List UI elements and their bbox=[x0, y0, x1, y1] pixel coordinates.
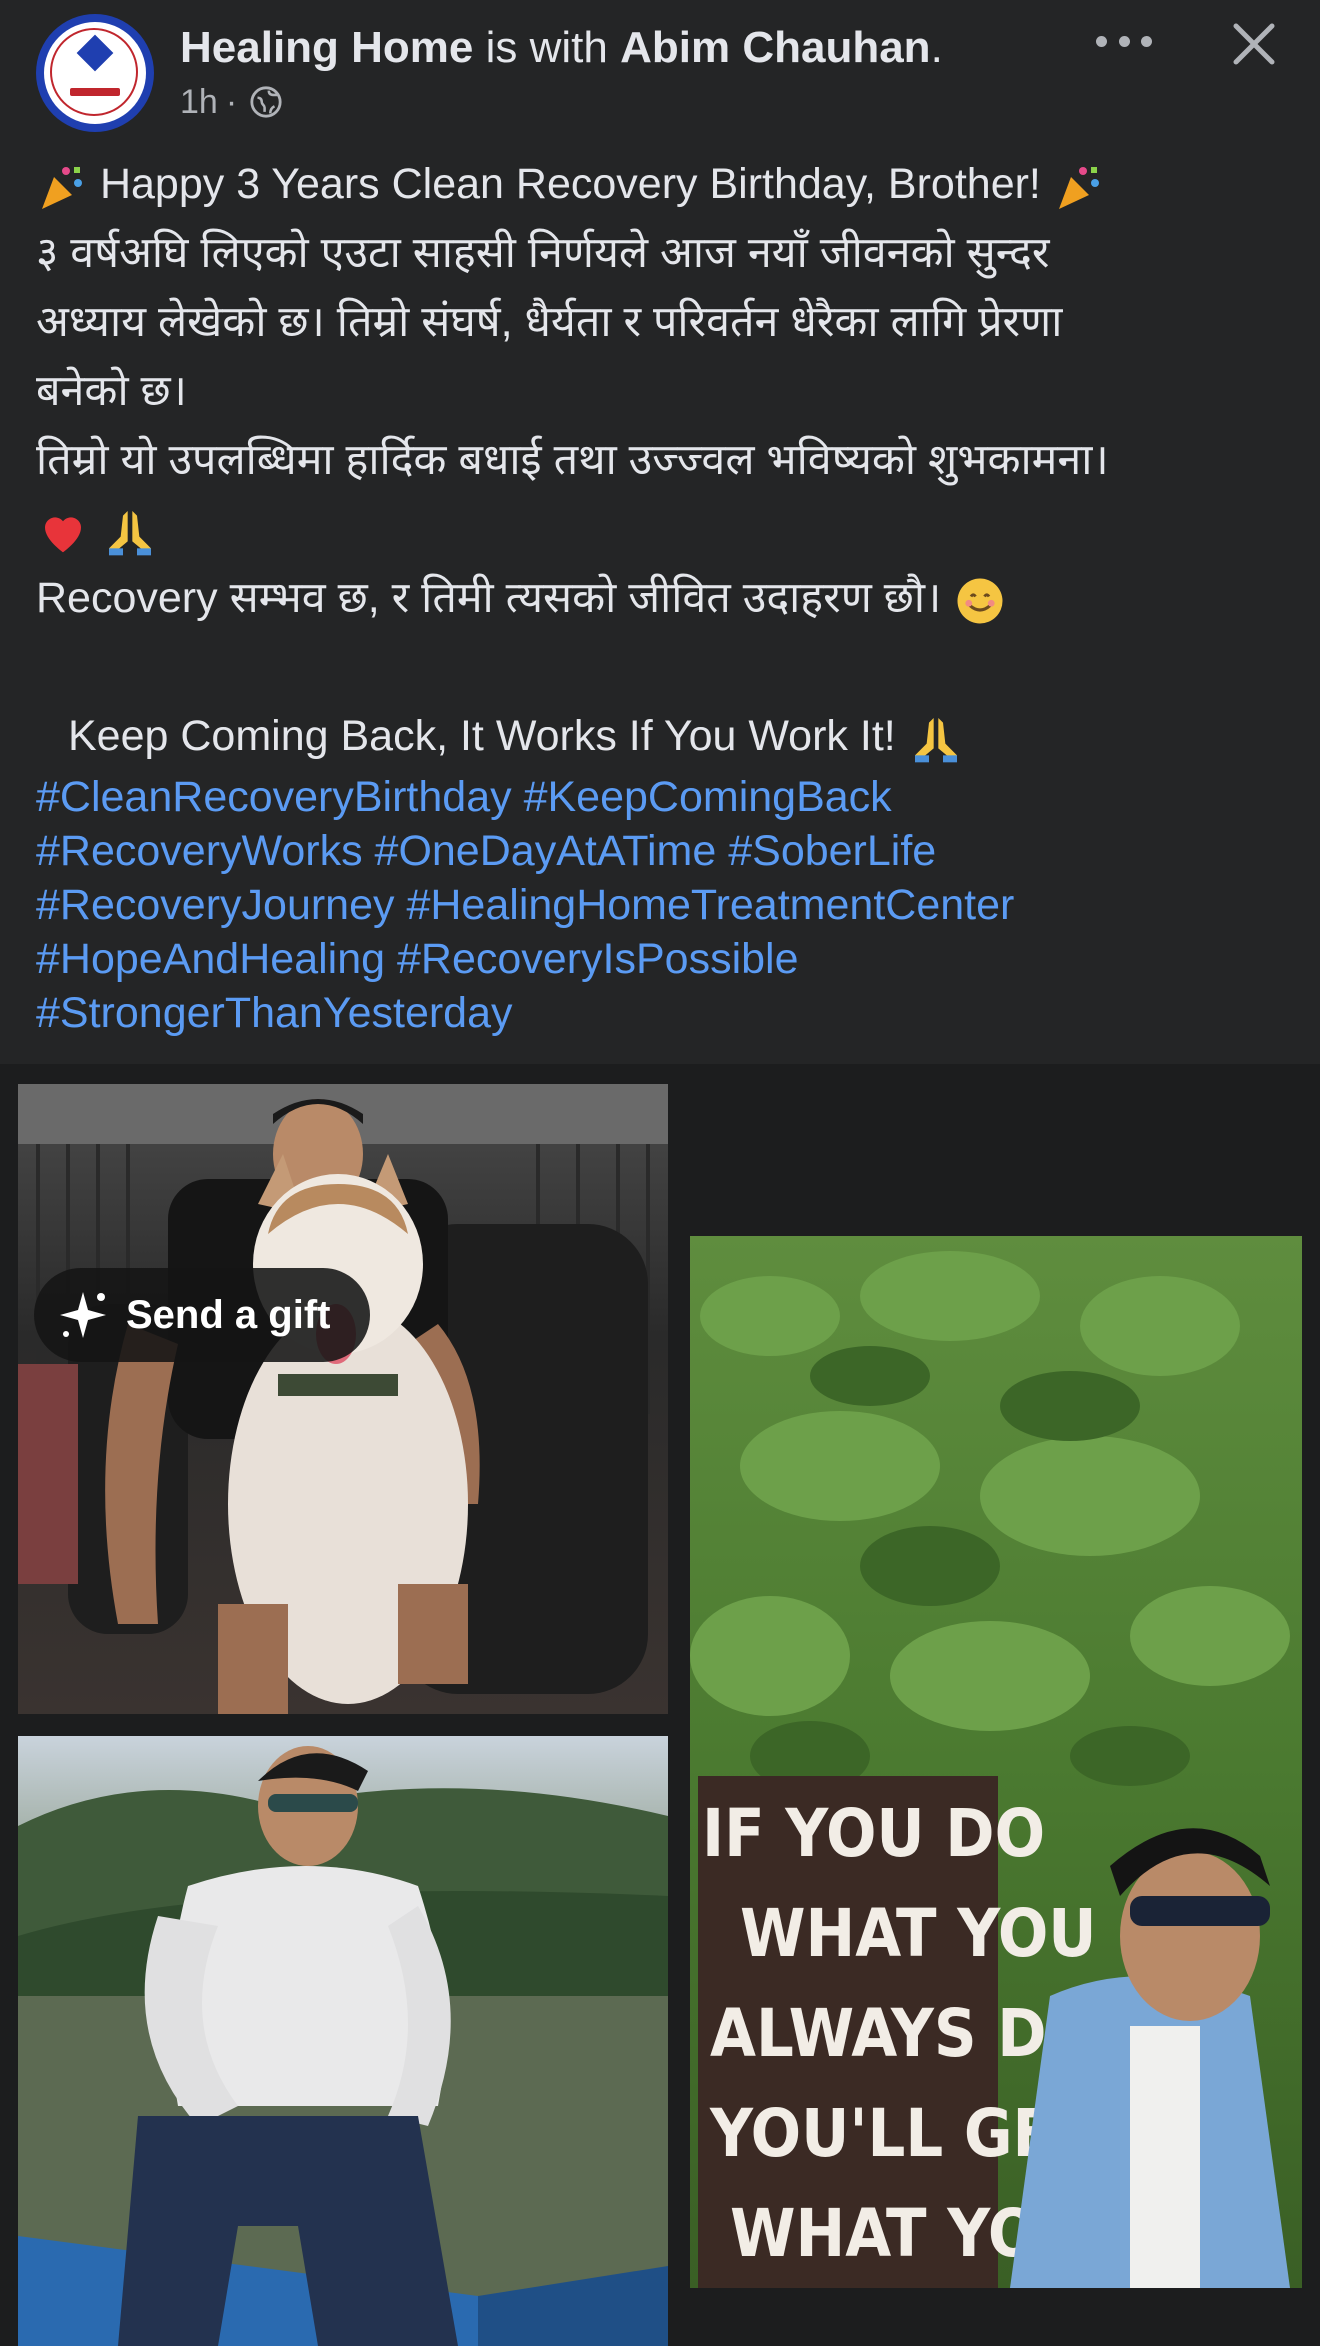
post-line-7: Recovery सम्भव छ, र तिमी त्यसको जीवित उद… bbox=[36, 564, 1286, 633]
post-meta: 1h · bbox=[180, 80, 283, 124]
dot bbox=[1118, 35, 1130, 47]
photo-man-with-sign[interactable]: IF YOU DO WHAT YOU ALWAYS DID YOU'LL GET… bbox=[690, 1236, 1302, 2288]
post-body: Happy 3 Years Clean Recovery Birthday, B… bbox=[36, 150, 1286, 771]
dot bbox=[1096, 35, 1107, 47]
post-line-8-text: Keep Coming Back, It Works If You Work I… bbox=[68, 712, 896, 760]
svg-text:WHAT YOU: WHAT YOU bbox=[740, 1895, 1097, 1972]
party-popper-icon bbox=[42, 166, 82, 209]
hashtag-line: #HopeAndHealing #RecoveryIsPossible bbox=[36, 932, 1286, 986]
folded-hands-icon bbox=[108, 510, 151, 555]
post-line-6 bbox=[36, 495, 1286, 564]
post-header: Healing Home is with Abim Chauhan. 1h · bbox=[0, 0, 1320, 140]
photo-man-with-husky-illustration bbox=[18, 1084, 668, 1714]
close-icon[interactable] bbox=[1224, 14, 1284, 74]
post-author-line: Healing Home is with Abim Chauhan. bbox=[180, 22, 943, 74]
healing-home-logo bbox=[44, 22, 146, 124]
post-line-4: बनेको छ। bbox=[36, 367, 187, 415]
hashtag-line: #RecoveryJourney #HealingHomeTreatmentCe… bbox=[36, 878, 1286, 932]
party-popper-icon bbox=[1058, 166, 1099, 209]
hashtag-link[interactable]: #RecoveryWorks bbox=[36, 827, 363, 875]
period: . bbox=[930, 23, 943, 72]
post-line-5: तिम्रो यो उपलब्धिमा हार्दिक बधाई तथा उज्… bbox=[36, 436, 1109, 484]
sparkle-gift-icon bbox=[60, 1292, 106, 1338]
post-line-1-text: Happy 3 Years Clean Recovery Birthday, B… bbox=[99, 160, 1041, 208]
hashtag-link[interactable]: #HopeAndHealing bbox=[36, 935, 385, 983]
page-name-link[interactable]: Healing Home bbox=[180, 23, 473, 72]
dot bbox=[1141, 35, 1152, 47]
hashtag-line: #CleanRecoveryBirthday #KeepComingBack bbox=[36, 770, 1286, 824]
post-line-7-text: Recovery सम्भव छ, र तिमी त्यसको जीवित उद… bbox=[36, 574, 942, 622]
send-gift-label: Send a gift bbox=[126, 1292, 331, 1337]
page-avatar[interactable] bbox=[36, 14, 154, 132]
post-line-1: Happy 3 Years Clean Recovery Birthday, B… bbox=[36, 150, 1286, 219]
photo-man-on-boat[interactable] bbox=[18, 1736, 668, 2346]
hashtag-line: #StrongerThanYesterday bbox=[36, 986, 1286, 1040]
hashtag-link[interactable]: #StrongerThanYesterday bbox=[36, 989, 513, 1037]
tagged-person-link[interactable]: Abim Chauhan bbox=[620, 23, 930, 72]
hashtag-link[interactable]: #KeepComingBack bbox=[524, 773, 892, 821]
globe-icon bbox=[250, 86, 282, 118]
hashtag-link[interactable]: #RecoveryJourney bbox=[36, 881, 395, 929]
send-gift-button[interactable]: Send a gift bbox=[34, 1268, 370, 1362]
red-heart-icon bbox=[45, 517, 81, 552]
hashtag-link[interactable]: #CleanRecoveryBirthday bbox=[36, 773, 512, 821]
photo-grid: IF YOU DO WHAT YOU ALWAYS DID YOU'LL GET… bbox=[0, 1064, 1320, 2346]
smiling-face-icon bbox=[957, 578, 1003, 624]
photo-man-with-husky[interactable] bbox=[18, 1084, 668, 1714]
more-options-icon[interactable] bbox=[1096, 26, 1152, 56]
photo-man-with-sign-illustration: IF YOU DO WHAT YOU ALWAYS DID YOU'LL GET… bbox=[690, 1251, 1290, 2288]
hashtag-link[interactable]: #HealingHomeTreatmentCenter bbox=[406, 881, 1014, 929]
post-line-2: ३ वर्षअघि लिएको एउटा साहसी निर्णयले आज न… bbox=[36, 229, 1050, 277]
with-text: is with bbox=[485, 23, 608, 72]
hashtag-line: #RecoveryWorks #OneDayAtATime #SoberLife bbox=[36, 824, 1286, 878]
photo-man-on-boat-illustration bbox=[18, 1746, 668, 2346]
post-time[interactable]: 1h bbox=[180, 80, 218, 124]
post-line-blank bbox=[36, 633, 1286, 702]
post-line-3: अध्याय लेखेको छ। तिम्रो संघर्ष, धैर्यता … bbox=[36, 298, 1063, 346]
hashtag-link[interactable]: #OneDayAtATime bbox=[375, 827, 717, 875]
folded-hands-icon bbox=[914, 717, 957, 762]
logo-band bbox=[70, 88, 120, 96]
post-line-8: Keep Coming Back, It Works If You Work I… bbox=[36, 702, 1286, 771]
hashtag-list: #CleanRecoveryBirthday #KeepComingBack #… bbox=[36, 770, 1286, 1040]
hashtag-link[interactable]: #RecoveryIsPossible bbox=[397, 935, 799, 983]
meta-separator: · bbox=[225, 83, 238, 121]
svg-text:IF YOU DO: IF YOU DO bbox=[702, 1795, 1045, 1872]
hashtag-link[interactable]: #SoberLife bbox=[728, 827, 936, 875]
